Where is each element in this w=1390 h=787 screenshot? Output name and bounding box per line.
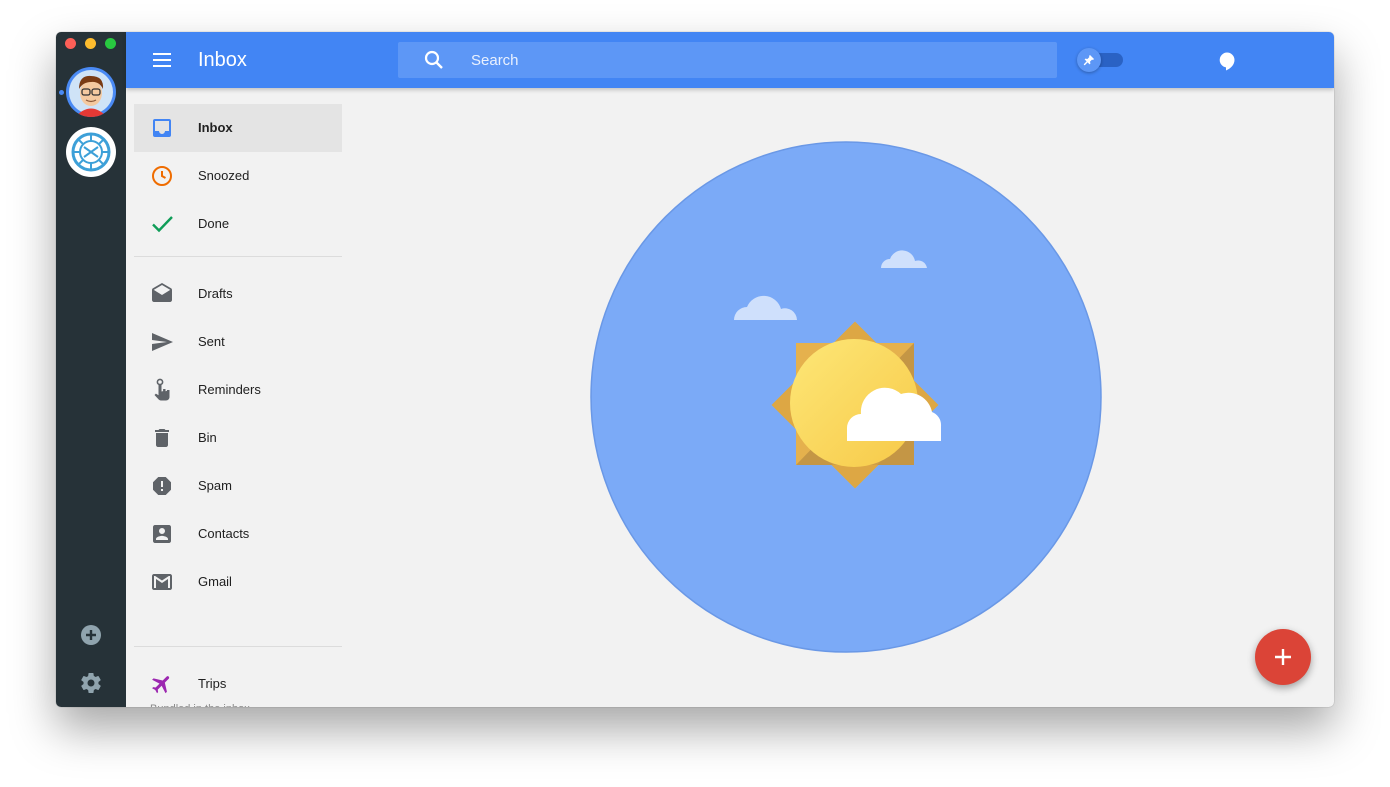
send-icon	[150, 330, 174, 354]
search-box[interactable]	[398, 42, 1057, 78]
inbox-zero-sun-illustration	[590, 141, 1102, 653]
nav-label-contacts: Contacts	[198, 526, 250, 541]
nav-label-inbox: Inbox	[198, 120, 233, 135]
toggle-knob	[1077, 48, 1101, 72]
app-window: Inbox Search Inbox Snoozed Done Drafts S…	[56, 32, 1334, 707]
airplane-icon	[150, 672, 174, 696]
inbox-icon	[150, 116, 174, 140]
settings-gear-icon[interactable]	[79, 671, 103, 695]
search-input[interactable]	[471, 42, 1031, 78]
spam-icon	[150, 474, 174, 498]
zoom-window-button[interactable]	[105, 38, 116, 49]
pin-icon	[1083, 55, 1094, 66]
nav-label-reminders: Reminders	[198, 382, 261, 397]
top-app-bar: Inbox	[126, 32, 1334, 88]
nav-label-trips: Trips	[198, 676, 227, 691]
nav-item-trips[interactable]: Trips	[134, 660, 342, 707]
compose-fab-button[interactable]	[1255, 629, 1311, 685]
nav-item-gmail[interactable]: Gmail	[134, 558, 342, 606]
search-icon[interactable]	[422, 48, 446, 72]
page-title: Inbox	[198, 49, 247, 71]
minimize-window-button[interactable]	[85, 38, 96, 49]
nav-item-bin[interactable]: Bin	[134, 414, 342, 462]
check-icon	[150, 212, 174, 236]
nav-label-bin: Bin	[198, 430, 217, 445]
nav-item-done[interactable]: Done	[134, 200, 342, 248]
nav-footer-text: Bundled in the inbox	[150, 702, 250, 707]
nav-divider	[134, 646, 342, 647]
close-window-button[interactable]	[65, 38, 76, 49]
nav-label-spam: Spam	[198, 478, 232, 493]
plus-icon	[1275, 649, 1291, 665]
nav-item-snoozed[interactable]: Snoozed	[134, 152, 342, 200]
nav-label-done: Done	[198, 216, 230, 231]
nav-divider	[134, 256, 342, 257]
nav-label-snoozed: Snoozed	[198, 168, 250, 183]
navigation-drawer: Inbox Snoozed Done Drafts Sent Reminders…	[126, 88, 350, 707]
clock-icon	[150, 164, 174, 188]
nav-item-spam[interactable]: Spam	[134, 462, 342, 510]
account-rail	[56, 32, 126, 707]
contacts-icon	[150, 522, 174, 546]
drafts-icon	[150, 282, 174, 306]
reminder-hand-icon	[150, 378, 174, 402]
add-account-icon[interactable]	[79, 623, 103, 647]
nav-label-gmail: Gmail	[198, 574, 232, 589]
nav-item-inbox[interactable]: Inbox	[134, 104, 342, 152]
active-account-indicator	[59, 90, 64, 95]
account-avatar-primary[interactable]	[66, 67, 116, 117]
gmail-icon	[150, 570, 174, 594]
account-avatar-secondary[interactable]	[66, 127, 116, 177]
hamburger-menu-icon[interactable]	[150, 48, 174, 72]
nav-item-reminders[interactable]: Reminders	[134, 366, 342, 414]
nav-item-sent[interactable]: Sent	[134, 318, 342, 366]
main-content	[350, 88, 1334, 707]
nav-item-contacts[interactable]: Contacts	[134, 510, 342, 558]
trash-icon	[150, 426, 174, 450]
pinned-toggle[interactable]	[1077, 48, 1123, 72]
nav-label-sent: Sent	[198, 334, 225, 349]
nav-item-drafts[interactable]: Drafts	[134, 270, 342, 318]
hangouts-bubble-icon[interactable]	[1217, 51, 1237, 71]
nav-label-drafts: Drafts	[198, 286, 233, 301]
